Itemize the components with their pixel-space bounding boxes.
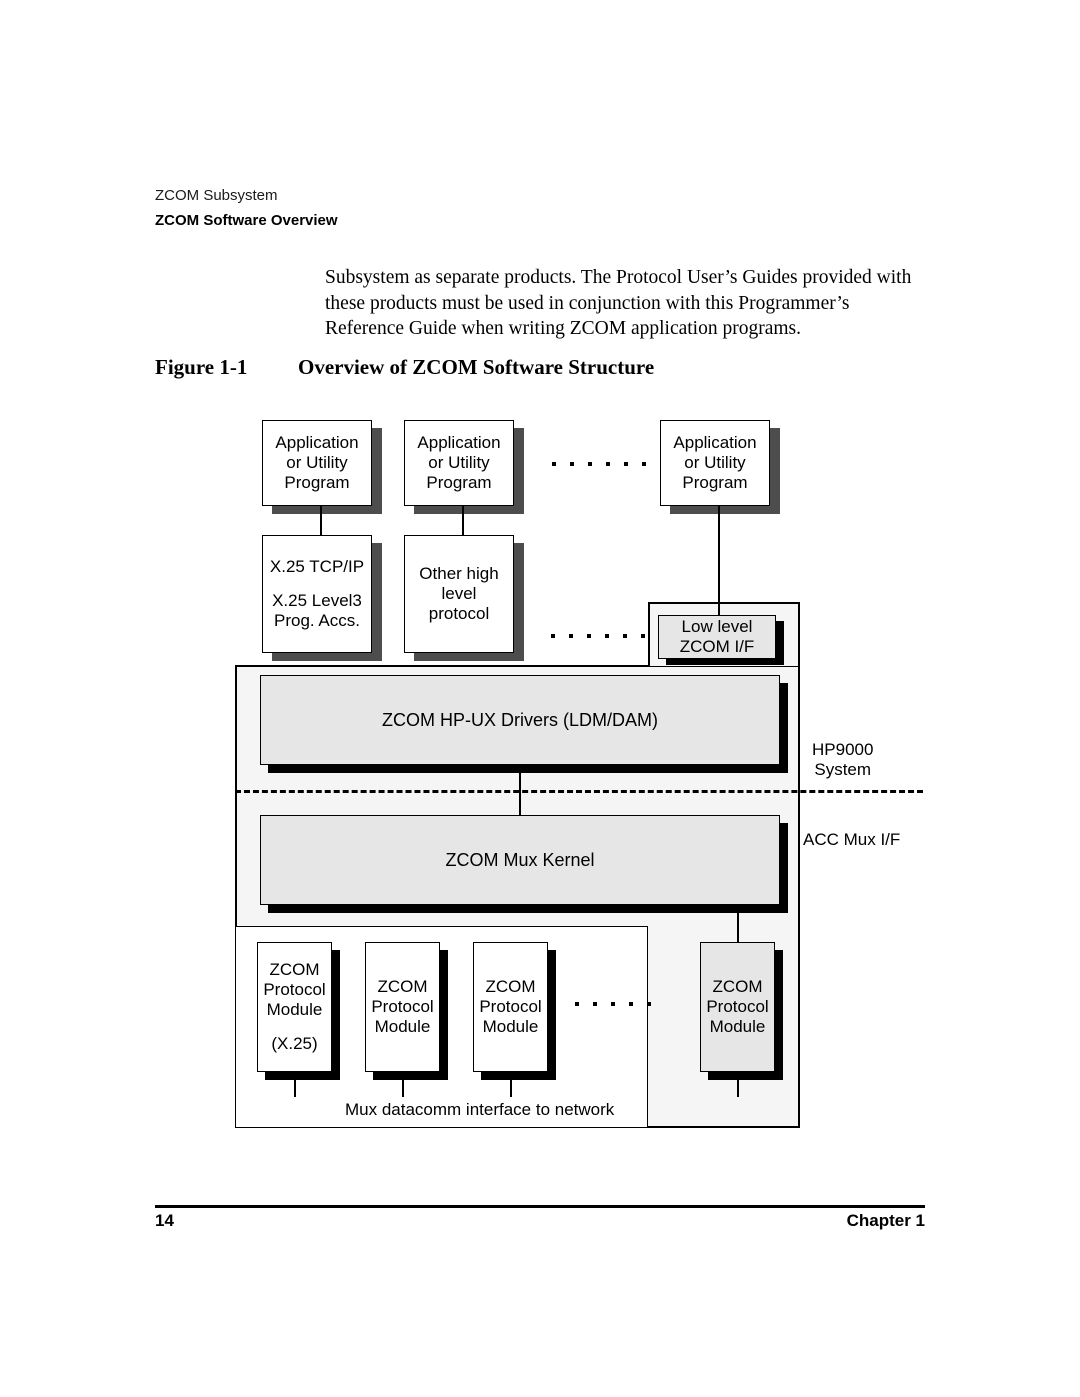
protocol-module-3-line-3: Module <box>482 1017 539 1036</box>
other-protocol-box: Other high level protocol <box>404 535 514 653</box>
protocol-module-4: ZCOM Protocol Module <box>700 942 775 1072</box>
protocol-module-2-line-1: ZCOM <box>377 977 428 996</box>
app-box-1-label: Application or Utility Program <box>275 433 359 492</box>
protocol-module-1: ZCOM Protocol Module (X.25) <box>257 942 332 1072</box>
protocol-module-4-line-3: Module <box>709 1017 766 1036</box>
acc-mux-if-label: ACC Mux I/F <box>803 830 900 850</box>
app-box-3: Application or Utility Program <box>660 420 770 506</box>
hp9000-acc-mux-divider <box>235 790 923 793</box>
ellipsis-dot <box>642 462 646 466</box>
protocol-module-1-line-2: Protocol <box>263 980 326 999</box>
protocol-module-3-line-1: ZCOM <box>485 977 536 996</box>
ellipsis-dot <box>551 634 555 638</box>
low-level-zcom-if-label: Low level ZCOM I/F <box>679 617 755 656</box>
ellipsis-dot <box>641 634 645 638</box>
x25-protocol-box: X.25 TCP/IP X.25 Level3 Prog. Accs. <box>262 535 372 653</box>
app-box-2: Application or Utility Program <box>404 420 514 506</box>
ellipsis-dot <box>605 634 609 638</box>
mux-kernel-band: ZCOM Mux Kernel <box>260 815 780 905</box>
mux-datacomm-caption: Mux datacomm interface to network <box>345 1100 614 1120</box>
app-row-ellipsis <box>552 462 646 466</box>
app-box-3-label: Application or Utility Program <box>673 433 757 492</box>
ellipsis-dot <box>575 1002 579 1006</box>
ellipsis-dot <box>593 1002 597 1006</box>
app-box-3-connector <box>718 506 720 618</box>
protocol-module-1-line-4: (X.25) <box>271 1034 318 1053</box>
ellipsis-dot <box>588 462 592 466</box>
acc-mux-if-text: ACC Mux I/F <box>803 830 901 849</box>
ellipsis-dot <box>623 634 627 638</box>
ellipsis-dot <box>611 1002 615 1006</box>
protocol-module-2-connector <box>402 1080 404 1097</box>
ellipsis-dot <box>587 634 591 638</box>
footer-page-number: 14 <box>155 1211 174 1230</box>
protocol-module-4-line-2: Protocol <box>706 997 769 1016</box>
other-protocol-box-label: Other high level protocol <box>419 564 499 623</box>
protocol-module-3: ZCOM Protocol Module <box>473 942 548 1072</box>
app-box-1-connector <box>320 506 322 535</box>
protocol-module-4-line-1: ZCOM <box>712 977 763 996</box>
protocol-module-3-line-2: Protocol <box>479 997 542 1016</box>
x25-box-line-1: X.25 TCP/IP <box>269 557 365 576</box>
kernel-to-gray-module-connector <box>737 905 739 943</box>
protocol-module-row-ellipsis <box>575 1002 651 1006</box>
app-box-2-connector <box>462 506 464 535</box>
mux-datacomm-caption-text: Mux datacomm interface to network <box>345 1100 615 1119</box>
protocol-module-2-line-3: Module <box>374 1017 431 1036</box>
app-box-1: Application or Utility Program <box>262 420 372 506</box>
drivers-band: ZCOM HP-UX Drivers (LDM/DAM) <box>260 675 780 765</box>
footer-chapter-label: Chapter 1 <box>846 1211 925 1230</box>
x25-box-line-2: X.25 Level3 <box>272 591 362 610</box>
protocol-module-2: ZCOM Protocol Module <box>365 942 440 1072</box>
figure-diagram: Application or Utility Program Applicati… <box>0 0 1080 1397</box>
low-level-zcom-if-box: Low level ZCOM I/F <box>658 615 776 659</box>
ellipsis-dot <box>552 462 556 466</box>
hp9000-system-line-2: System <box>814 760 872 779</box>
ellipsis-dot <box>647 1002 651 1006</box>
protocol-module-1-connector <box>294 1080 296 1097</box>
protocol-row-ellipsis <box>551 634 645 638</box>
drivers-band-label: ZCOM HP-UX Drivers (LDM/DAM) <box>382 710 658 730</box>
ellipsis-dot <box>629 1002 633 1006</box>
ellipsis-dot <box>569 634 573 638</box>
protocol-module-3-connector <box>510 1080 512 1097</box>
protocol-module-1-line-1: ZCOM <box>269 960 320 979</box>
footer-rule <box>155 1205 925 1209</box>
app-box-2-label: Application or Utility Program <box>417 433 501 492</box>
mux-kernel-band-label: ZCOM Mux Kernel <box>445 850 595 870</box>
x25-box-line-3: Prog. Accs. <box>274 611 360 630</box>
ellipsis-dot <box>606 462 610 466</box>
hp9000-system-line-1: HP9000 <box>812 740 874 759</box>
protocol-module-1-line-3: Module <box>266 1000 323 1019</box>
protocol-module-4-connector <box>737 1080 739 1097</box>
protocol-module-2-line-2: Protocol <box>371 997 434 1016</box>
ellipsis-dot <box>624 462 628 466</box>
hp9000-system-label: HP9000 System <box>812 740 873 780</box>
ellipsis-dot <box>570 462 574 466</box>
